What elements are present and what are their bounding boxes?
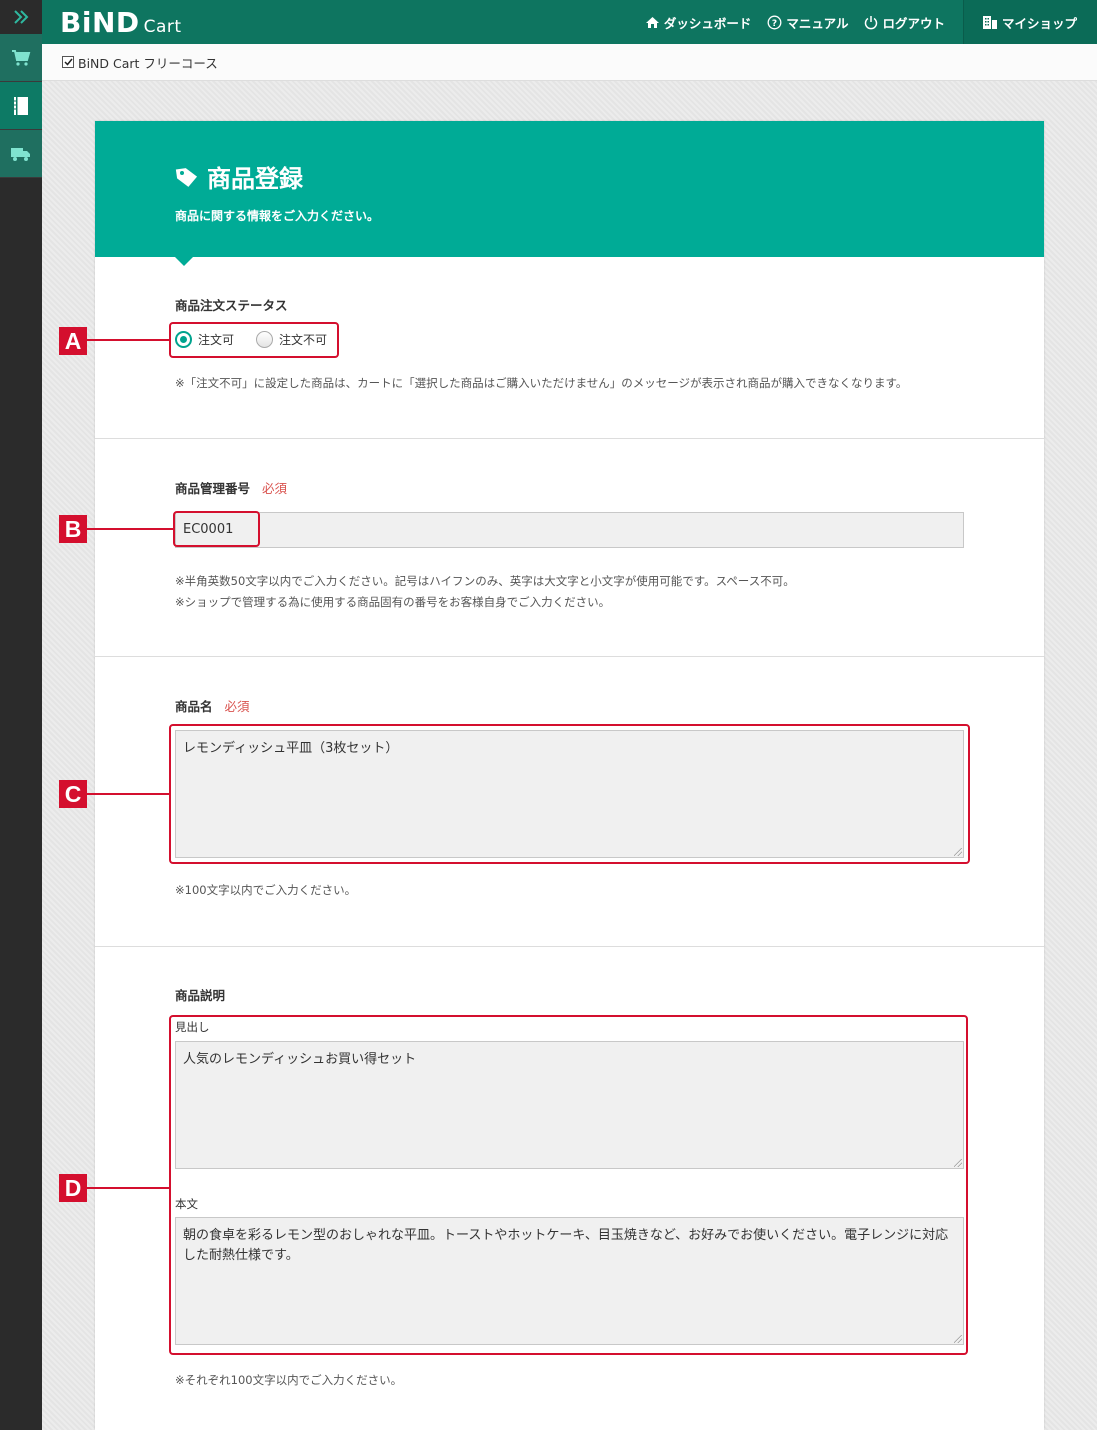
plan-label: BiND Cart フリーコース [78, 55, 218, 71]
annotation-leader-a [87, 339, 169, 341]
building-icon [982, 15, 997, 29]
page-title: 商品登録 [175, 159, 303, 194]
dashboard-label: ダッシュボード [663, 15, 752, 31]
tag-icon [175, 167, 198, 187]
plan-bar: BiND Cart フリーコース [42, 44, 1097, 81]
manual-label: マニュアル [786, 15, 849, 31]
logo-sub: Cart [143, 16, 182, 37]
order-status-note: ※「注文不可」に設定した商品は、カートに「選択した商品はご購入いただけません」の… [175, 376, 908, 390]
product-code-label: 商品管理番号 必須 [175, 478, 287, 497]
app-logo[interactable]: BiND Cart [60, 6, 182, 39]
product-code-section: 商品管理番号 必須 EC0001 ※半角英数50文字以内でご入力ください。記号はハ… [95, 439, 1044, 657]
annotation-marker-c: C [59, 780, 87, 808]
expand-icon[interactable] [0, 0, 42, 34]
rail-products-button[interactable] [0, 82, 42, 130]
product-name-label-text: 商品名 [175, 699, 213, 714]
check-icon [63, 58, 73, 66]
help-icon: ? [767, 15, 782, 29]
home-icon [645, 16, 659, 28]
myshop-label: マイショップ [1001, 15, 1077, 31]
rail-shipping-button[interactable] [0, 130, 42, 178]
product-code-note-2: ※ショップで管理する為に使用する商品固有の番号をお客様自身でご入力ください。 [175, 595, 611, 609]
product-name-label: 商品名 必須 [175, 696, 250, 715]
power-icon [865, 15, 878, 29]
product-code-input[interactable]: EC0001 [175, 512, 964, 548]
product-code-note-1: ※半角英数50文字以内でご入力ください。記号はハイフンのみ、英字は大文字と小文字… [175, 574, 795, 588]
page-hero: 商品登録 商品に関する情報をご入力ください。 [95, 121, 1044, 266]
annotation-marker-b: B [59, 515, 87, 543]
page-title-text: 商品登録 [207, 165, 303, 193]
plan-checkbox[interactable] [62, 56, 74, 68]
page-subtitle: 商品に関する情報をご入力ください。 [175, 209, 380, 223]
annotation-leader-c [87, 793, 169, 795]
side-rail [0, 0, 42, 1430]
required-badge: 必須 [224, 699, 250, 714]
cart-icon [12, 49, 31, 66]
dashboard-link[interactable]: ダッシュボード [645, 13, 752, 32]
annotation-leader-b [87, 528, 173, 530]
header-nav: ダッシュボード ? マニュアル ログアウト マイショップ [645, 0, 1097, 44]
manual-link[interactable]: ? マニュアル [767, 13, 848, 32]
product-desc-note: ※それぞれ100文字以内でご入力ください。 [175, 1373, 403, 1387]
logo-main: BiND [60, 5, 140, 39]
product-name-note: ※100文字以内でご入力ください。 [175, 883, 357, 897]
order-status-label: 商品注文ステータス [175, 298, 288, 313]
product-code-label-text: 商品管理番号 [175, 481, 251, 496]
rail-cart-button[interactable] [0, 34, 42, 82]
annotation-box-a [169, 322, 339, 358]
logout-label: ログアウト [882, 15, 945, 31]
annotation-box-c [169, 724, 970, 864]
top-header: BiND Cart ダッシュボード ? マニュアル ログアウト マイショップ [42, 0, 1097, 44]
logout-link[interactable]: ログアウト [864, 13, 945, 32]
annotation-box-b [173, 511, 260, 547]
required-badge: 必須 [262, 481, 288, 496]
truck-icon [11, 147, 30, 161]
annotation-marker-a: A [59, 327, 87, 355]
annotation-box-d [169, 1015, 968, 1355]
annotation-leader-d [87, 1187, 169, 1189]
annotation-marker-d: D [59, 1174, 87, 1202]
svg-text:?: ? [772, 19, 777, 29]
product-desc-label: 商品説明 [175, 988, 226, 1003]
book-icon [14, 96, 28, 115]
myshop-link[interactable]: マイショップ [962, 0, 1097, 44]
